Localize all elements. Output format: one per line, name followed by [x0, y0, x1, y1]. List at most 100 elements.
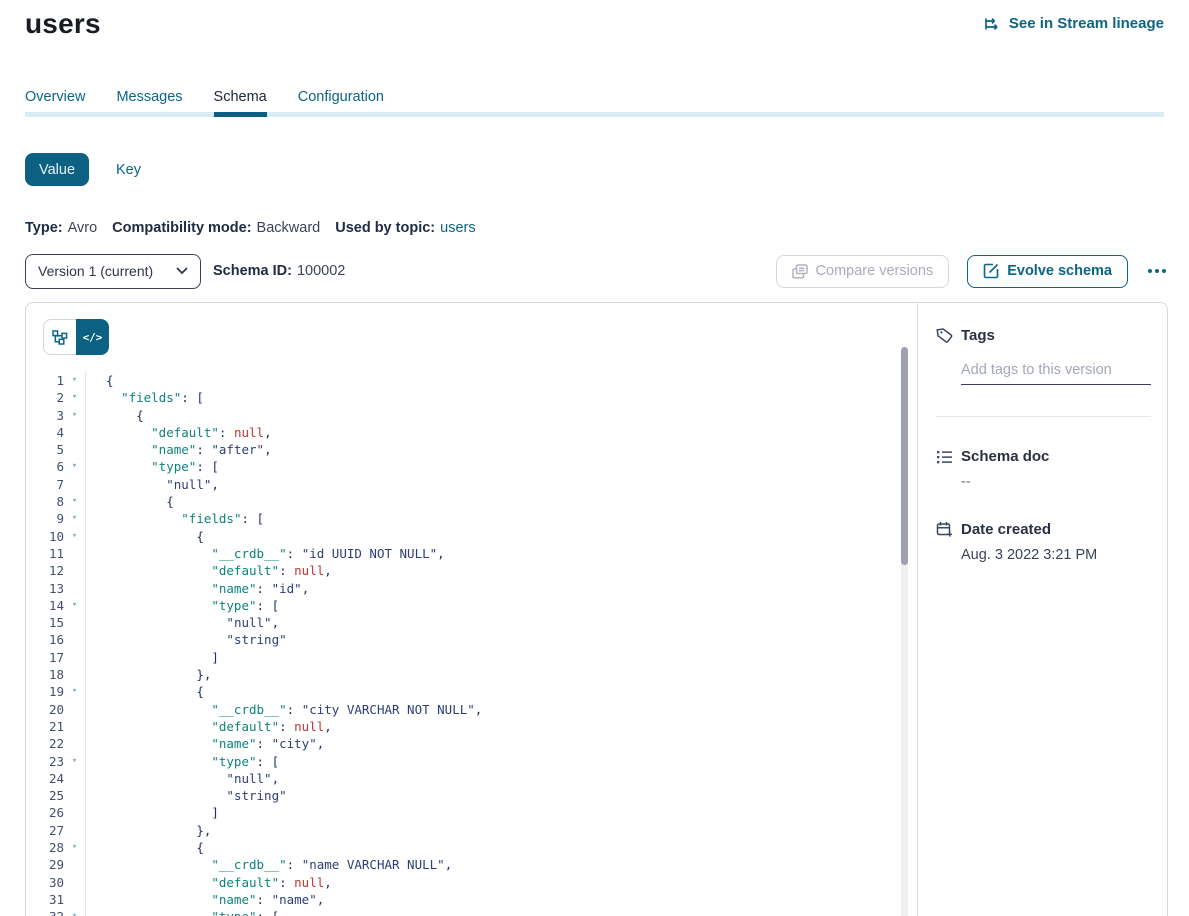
version-actions: Compare versions Evolve schema — [776, 255, 1168, 288]
tab-configuration[interactable]: Configuration — [298, 89, 384, 112]
collapse-spacer — [64, 856, 85, 873]
code-line: 15 "null", — [26, 614, 917, 631]
chevron-down-icon — [176, 267, 188, 275]
code-text: "default": null, — [85, 424, 917, 441]
code-text: "string" — [85, 631, 917, 648]
collapse-spacer — [64, 424, 85, 441]
code-scrollbar — [901, 347, 908, 916]
meta-value-link[interactable]: users — [440, 220, 475, 236]
code-text: { — [85, 839, 917, 856]
collapse-toggle-icon[interactable]: ▾ — [64, 407, 85, 424]
collapse-toggle-icon[interactable]: ▾ — [64, 683, 85, 700]
tab-bar: Overview Messages Schema Configuration — [25, 89, 1164, 112]
code-scrollbar-thumb[interactable] — [901, 347, 908, 565]
see-in-stream-lineage-link[interactable]: See in Stream lineage — [984, 15, 1164, 32]
tab-schema[interactable]: Schema — [214, 89, 267, 112]
code-line: 30 "default": null, — [26, 874, 917, 891]
collapse-spacer — [64, 718, 85, 735]
tag-icon — [936, 327, 953, 344]
code-line: 7 "null", — [26, 476, 917, 493]
code-text: "default": null, — [85, 874, 917, 891]
code-line: 8▾ { — [26, 493, 917, 510]
code-line: 27 }, — [26, 822, 917, 839]
code-text: "__crdb__": "name VARCHAR NULL", — [85, 856, 917, 873]
collapse-toggle-icon[interactable]: ▾ — [64, 372, 85, 389]
schema-code-pane: </> 1▾{2▾ "fields": [3▾ {4 "default": nu… — [26, 303, 917, 916]
code-line: 10▾ { — [26, 528, 917, 545]
lineage-link-label: See in Stream lineage — [1009, 15, 1164, 32]
line-number: 26 — [26, 804, 64, 821]
date-created-section: Date created Aug. 3 2022 3:21 PM — [936, 521, 1151, 563]
code-text: "string" — [85, 787, 917, 804]
collapse-spacer — [64, 701, 85, 718]
tab-overview[interactable]: Overview — [25, 89, 85, 112]
evolve-schema-button[interactable]: Evolve schema — [967, 255, 1128, 288]
line-number: 19 — [26, 683, 64, 700]
value-tab-button[interactable]: Value — [25, 153, 89, 186]
schema-side-panel: Tags Schema doc -- — [917, 303, 1167, 916]
collapse-spacer — [64, 614, 85, 631]
tree-view-button[interactable] — [43, 319, 76, 355]
line-number: 7 — [26, 476, 64, 493]
key-tab-link[interactable]: Key — [116, 162, 141, 178]
schema-id-label: Schema ID: — [213, 263, 292, 279]
collapse-toggle-icon[interactable]: ▾ — [64, 458, 85, 475]
line-number: 28 — [26, 839, 64, 856]
code-line: 26 ] — [26, 804, 917, 821]
collapse-toggle-icon[interactable]: ▾ — [64, 839, 85, 856]
code-text: "name": "city", — [85, 735, 917, 752]
code-view-button[interactable]: </> — [76, 319, 109, 355]
collapse-spacer — [64, 476, 85, 493]
schema-json-editor[interactable]: 1▾{2▾ "fields": [3▾ {4 "default": null,5… — [26, 372, 917, 916]
page-title: users — [25, 8, 101, 40]
compare-versions-icon — [792, 264, 808, 279]
add-tags-input[interactable] — [961, 358, 1151, 385]
collapse-spacer — [64, 649, 85, 666]
tab-messages[interactable]: Messages — [116, 89, 182, 112]
code-text: "null", — [85, 770, 917, 787]
date-created-value: Aug. 3 2022 3:21 PM — [961, 547, 1151, 563]
code-text: "null", — [85, 614, 917, 631]
meta-value: Backward — [257, 220, 321, 236]
more-options-button[interactable] — [1146, 265, 1168, 277]
code-line: 18 }, — [26, 666, 917, 683]
code-line: 2▾ "fields": [ — [26, 389, 917, 406]
schema-doc-section: Schema doc -- — [936, 448, 1151, 490]
collapse-toggle-icon[interactable]: ▾ — [64, 528, 85, 545]
code-text: "type": [ — [85, 908, 917, 916]
schema-id: Schema ID:100002 — [213, 263, 345, 279]
collapse-toggle-icon[interactable]: ▾ — [64, 753, 85, 770]
collapse-toggle-icon[interactable]: ▾ — [64, 493, 85, 510]
line-number: 6 — [26, 458, 64, 475]
collapse-toggle-icon[interactable]: ▾ — [64, 908, 85, 916]
collapse-spacer — [64, 562, 85, 579]
code-text: "fields": [ — [85, 510, 917, 527]
value-key-toggle: Value Key — [25, 153, 141, 186]
code-text: "default": null, — [85, 718, 917, 735]
list-icon — [936, 449, 953, 465]
meta-compatibility-mode: Compatibility mode:Backward — [112, 220, 320, 236]
code-line: 21 "default": null, — [26, 718, 917, 735]
evolve-schema-label: Evolve schema — [1007, 263, 1112, 279]
collapse-spacer — [64, 891, 85, 908]
code-text: "type": [ — [85, 597, 917, 614]
compare-versions-button[interactable]: Compare versions — [776, 255, 950, 288]
collapse-toggle-icon[interactable]: ▾ — [64, 510, 85, 527]
code-line: 1▾{ — [26, 372, 917, 389]
collapse-spacer — [64, 441, 85, 458]
collapse-toggle-icon[interactable]: ▾ — [64, 389, 85, 406]
line-number: 30 — [26, 874, 64, 891]
code-line: 11 "__crdb__": "id UUID NOT NULL", — [26, 545, 917, 562]
line-number: 18 — [26, 666, 64, 683]
code-line: 5 "name": "after", — [26, 441, 917, 458]
line-number: 16 — [26, 631, 64, 648]
code-text: { — [85, 493, 917, 510]
meta-label: Type: — [25, 220, 63, 236]
collapse-toggle-icon[interactable]: ▾ — [64, 597, 85, 614]
version-select[interactable]: Version 1 (current) — [25, 254, 201, 289]
code-text: "default": null, — [85, 562, 917, 579]
line-number: 3 — [26, 407, 64, 424]
code-text: { — [85, 407, 917, 424]
line-number: 8 — [26, 493, 64, 510]
line-number: 31 — [26, 891, 64, 908]
